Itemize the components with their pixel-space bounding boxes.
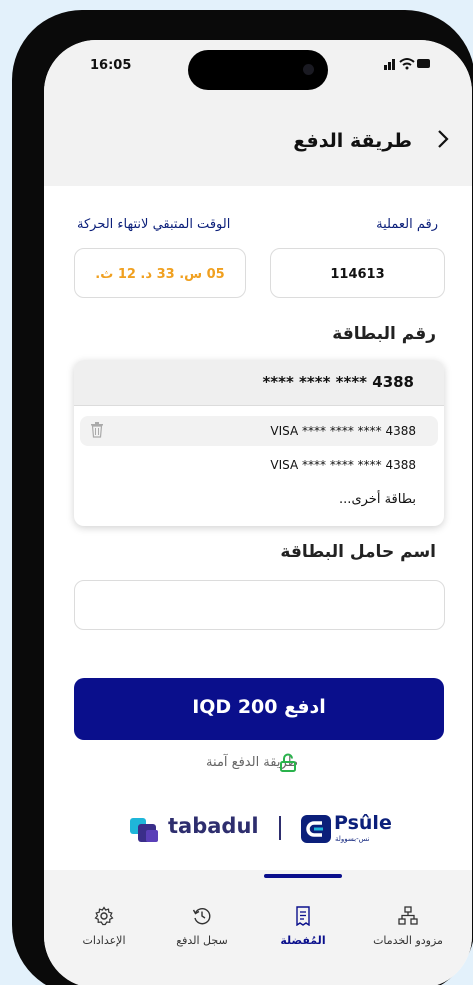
psule-logo-text: Psûle [334,812,392,834]
secure-payment-note: طريقة الدفع آمنة [44,752,472,776]
transaction-number-value: 114613 [330,267,385,282]
network-icon [398,906,418,925]
tab-label: المُفضلة [280,934,326,947]
tab-favorites[interactable]: المُفضلة [255,906,351,952]
app-screen: 16:05 طريقة الدفع رقم العملية 114613 الو… [44,40,472,985]
psule-logo-icon [301,815,331,843]
card-number-title: رقم البطاقة [332,324,436,344]
remaining-time-value: 05 س. 33 د. 12 ث. [95,267,225,282]
pay-button[interactable]: ادفع 200 IQD [74,678,444,740]
tab-settings[interactable]: الإعدادات [56,906,152,952]
selected-card[interactable]: **** **** **** 4388 [74,360,444,406]
lock-icon [280,753,296,772]
card-dropdown: **** **** **** 4388 VISA **** **** **** … [74,360,444,526]
phone-frame: 16:05 طريقة الدفع رقم العملية 114613 الو… [12,10,473,985]
remaining-time-box: 05 س. 33 د. 12 ث. [74,248,246,298]
tabadul-logo-icon [130,818,158,842]
card-holder-input[interactable] [74,580,445,630]
dynamic-island [188,50,328,90]
card-option[interactable]: VISA **** **** **** 4388 [80,416,438,446]
remaining-time-label: الوقت المتبقي لانتهاء الحركة [77,217,231,232]
card-holder-title: اسم حامل البطاقة [280,542,436,562]
status-time: 16:05 [90,58,132,73]
gear-icon [94,906,114,926]
tab-service-providers[interactable]: مزودو الخدمات [360,906,456,952]
page-title: طريقة الدفع [293,130,412,152]
partner-logos: tabadul Psûle نس-بسوولة [44,810,472,850]
bottom-tab-bar: مزودو الخدمات المُفضلة سجل الدفع الإعداد… [44,870,472,985]
transaction-number-label: رقم العملية [376,217,438,232]
active-tab-indicator [264,874,342,878]
receipt-icon [296,906,310,926]
tab-label: سجل الدفع [176,934,228,947]
logo-divider [279,816,281,840]
selected-card-number: **** **** **** 4388 [262,373,414,391]
app-header: طريقة الدفع [44,120,472,160]
camera-dot [303,64,314,75]
card-option-text: VISA **** **** **** 4388 [270,424,416,438]
tab-payment-history[interactable]: سجل الدفع [154,906,250,952]
pay-button-label: ادفع 200 IQD [192,696,326,718]
card-option[interactable]: VISA **** **** **** 4388 [80,450,438,480]
psule-logo-subtext: نس-بسوولة [335,835,370,843]
tab-label: الإعدادات [82,934,126,947]
signal-wifi-battery-icon [384,58,430,70]
back-button[interactable] [436,128,450,156]
history-icon [192,908,211,925]
chevron-right-icon [438,130,449,148]
trash-icon[interactable] [90,422,104,438]
status-icons [384,56,432,74]
card-option-text: VISA **** **** **** 4388 [270,458,416,472]
transaction-number-box: 114613 [270,248,445,298]
tab-label: مزودو الخدمات [373,934,443,947]
other-card-option[interactable]: بطاقة أخرى... [339,492,416,507]
tabadul-logo-text: tabadul [168,814,259,838]
